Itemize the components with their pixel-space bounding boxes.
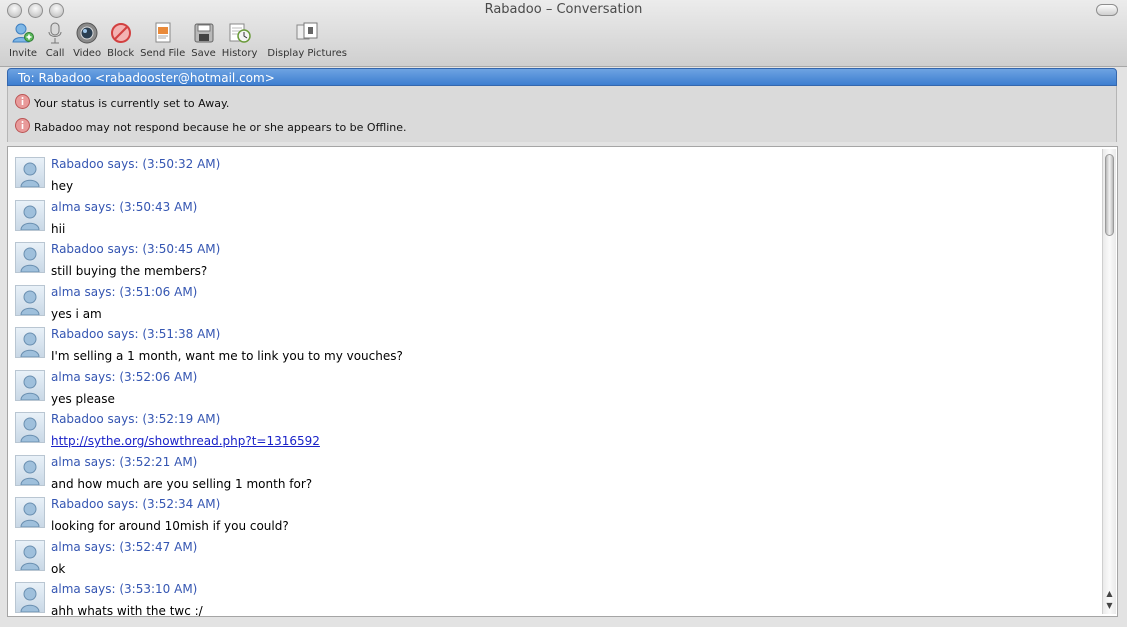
message-row: alma says: (3:51:06 AM) yes i am [15, 279, 1095, 321]
avatar[interactable] [15, 582, 45, 613]
avatar[interactable] [15, 455, 45, 486]
message-sender: alma says: (3:50:43 AM) [51, 200, 198, 214]
toolbar: Invite Call Video Block Send File Save H… [6, 22, 350, 59]
avatar[interactable] [15, 540, 45, 571]
avatar[interactable] [15, 285, 45, 316]
status-area: Your status is currently set to Away. Ra… [7, 86, 1117, 142]
message-text: yes please [51, 392, 115, 406]
save-icon [192, 22, 216, 44]
conversation-log[interactable]: Rabadoo says: (3:50:32 AM) hey alma says: … [7, 146, 1118, 617]
avatar[interactable] [15, 200, 45, 231]
save-button[interactable]: Save [188, 22, 219, 59]
message-sender: alma says: (3:52:21 AM) [51, 455, 198, 469]
avatar[interactable] [15, 327, 45, 358]
message-text: hii [51, 222, 66, 236]
message-row: alma says: (3:52:21 AM) and how much are … [15, 449, 1095, 491]
message-sender: Rabadoo says: (3:52:19 AM) [51, 412, 221, 426]
display-pictures-label: Display Pictures [267, 48, 348, 59]
message-row: Rabadoo says: (3:51:38 AM) I'm selling a … [15, 321, 1095, 363]
status-text: Your status is currently set to Away. [34, 96, 230, 110]
avatar[interactable] [15, 412, 45, 443]
title-toolbar: Rabadoo – Conversation Invite Call Video [0, 0, 1127, 67]
avatar[interactable] [15, 370, 45, 401]
info-icon [15, 118, 30, 136]
scroll-up-arrow[interactable]: ▲ [1103, 588, 1116, 600]
message-link[interactable]: http://sythe.org/showthread.php?t=131659… [51, 434, 320, 448]
block-label: Block [107, 48, 135, 59]
toolbar-toggle-button[interactable] [1096, 4, 1118, 16]
message-sender: alma says: (3:51:06 AM) [51, 285, 198, 299]
recipient-bar: To: Rabadoo <rabadooster@hotmail.com> [7, 68, 1117, 86]
message-row: Rabadoo says: (3:52:34 AM) looking for ar… [15, 491, 1095, 533]
message-sender: Rabadoo says: (3:50:45 AM) [51, 242, 221, 256]
message-row: alma says: (3:52:47 AM) ok [15, 534, 1095, 576]
history-label: History [221, 48, 258, 59]
message-sender: alma says: (3:53:10 AM) [51, 582, 198, 596]
message-row: Rabadoo says: (3:52:19 AM) http://sythe.o… [15, 406, 1095, 448]
message-text: http://sythe.org/showthread.php?t=131659… [51, 434, 320, 448]
message-text: I'm selling a 1 month, want me to link y… [51, 349, 403, 363]
message-sender: Rabadoo says: (3:50:32 AM) [51, 157, 221, 171]
scroll-down-arrow[interactable]: ▼ [1103, 600, 1116, 612]
message-text: still buying the members? [51, 264, 208, 278]
call-button[interactable]: Call [40, 22, 70, 59]
scroll-thumb[interactable] [1105, 154, 1114, 236]
history-button[interactable]: History [219, 22, 261, 59]
save-label: Save [191, 48, 216, 59]
message-text: hey [51, 179, 74, 193]
message-sender: Rabadoo says: (3:51:38 AM) [51, 327, 221, 341]
message-row: Rabadoo says: (3:50:45 AM) still buying t… [15, 236, 1095, 278]
microphone-icon [43, 22, 67, 44]
message-text: looking for around 10mish if you could? [51, 519, 289, 533]
vertical-scrollbar[interactable]: ▲ ▼ [1102, 149, 1116, 614]
video-button[interactable]: Video [70, 22, 104, 59]
message-sender: Rabadoo says: (3:52:34 AM) [51, 497, 221, 511]
status-line-away: Your status is currently set to Away. [15, 94, 229, 112]
display-pictures-icon [295, 22, 319, 44]
message-row: alma says: (3:50:43 AM) hii [15, 194, 1095, 236]
message-sender: alma says: (3:52:06 AM) [51, 370, 198, 384]
message-sender: alma says: (3:52:47 AM) [51, 540, 198, 554]
send-file-label: Send File [140, 48, 186, 59]
message-text: yes i am [51, 307, 102, 321]
video-label: Video [73, 48, 102, 59]
display-pictures-button[interactable]: Display Pictures [264, 22, 350, 59]
call-label: Call [45, 48, 65, 59]
window-title: Rabadoo – Conversation [484, 2, 643, 17]
message-row: alma says: (3:52:06 AM) yes please [15, 364, 1095, 406]
message-text: ahh whats with the twc :/ [51, 604, 203, 617]
avatar[interactable] [15, 157, 45, 188]
avatar[interactable] [15, 497, 45, 528]
message-row: Rabadoo says: (3:50:32 AM) hey [15, 151, 1095, 193]
invite-icon [11, 22, 35, 44]
conversation-window: Rabadoo – Conversation Invite Call Video [0, 0, 1127, 627]
message-text: ok [51, 562, 66, 576]
block-icon [109, 22, 133, 44]
status-text: Rabadoo may not respond because he or sh… [34, 120, 407, 134]
block-button[interactable]: Block [104, 22, 137, 59]
webcam-icon [75, 22, 99, 44]
history-icon [228, 22, 252, 44]
send-file-button[interactable]: Send File [137, 22, 188, 59]
send-file-icon [151, 22, 175, 44]
info-icon [15, 94, 30, 112]
message-text: and how much are you selling 1 month for… [51, 477, 313, 491]
avatar[interactable] [15, 242, 45, 273]
status-line-offline: Rabadoo may not respond because he or sh… [15, 118, 407, 136]
invite-label: Invite [9, 48, 38, 59]
message-row: alma says: (3:53:10 AM) ahh whats with th… [15, 576, 1095, 617]
invite-button[interactable]: Invite [6, 22, 40, 59]
